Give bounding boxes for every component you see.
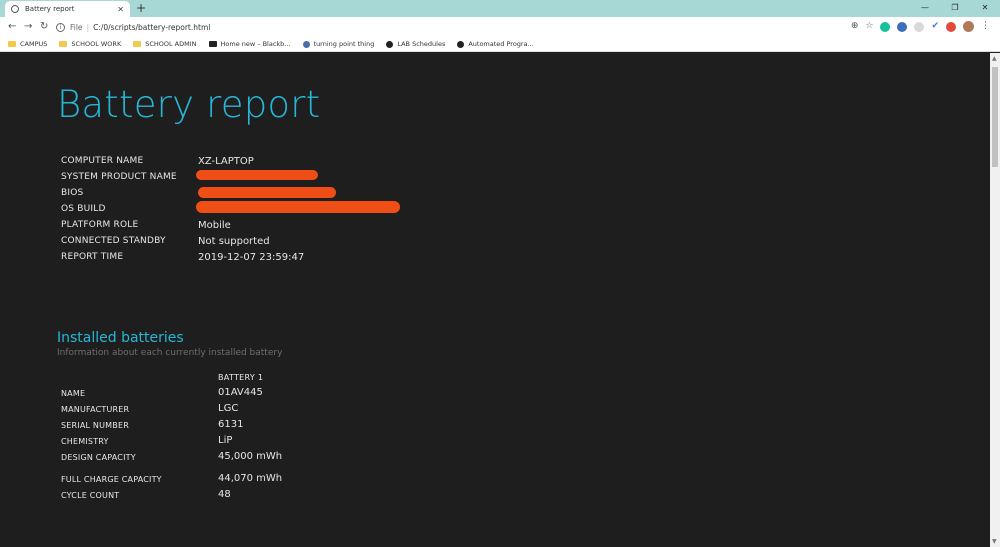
system-row: OS BUILD — [61, 204, 106, 214]
system-row: PLATFORM ROLE Mobile — [61, 220, 231, 231]
profile-avatar[interactable] — [963, 21, 974, 32]
bookmark-school-work[interactable]: SCHOOL WORK — [59, 40, 121, 48]
folder-icon — [133, 41, 142, 47]
battery-row: FULL CHARGE CAPACITY 44,070 mWh — [61, 473, 283, 484]
page-title: Battery report — [57, 83, 321, 126]
url-scheme: File — [70, 22, 83, 32]
section-subtitle: Information about each currently install… — [57, 348, 283, 358]
redaction-mark — [196, 170, 318, 180]
report-page: Battery report COMPUTER NAME XZ-LAPTOP S… — [0, 53, 990, 547]
system-row: SYSTEM PRODUCT NAME — [61, 172, 177, 182]
system-row: CONNECTED STANDBY Not supported — [61, 236, 270, 247]
extension-3-icon[interactable] — [946, 21, 956, 32]
checkmark-extension-icon[interactable]: ✔ — [931, 20, 939, 33]
grammarly-icon[interactable] — [880, 21, 891, 32]
extension-2-icon[interactable] — [914, 21, 925, 32]
battery-row: DESIGN CAPACITY 45,000 mWh — [61, 451, 283, 462]
system-row: REPORT TIME 2019-12-07 23:59:47 — [61, 252, 305, 263]
globe-icon — [11, 5, 19, 13]
menu-icon[interactable]: ⋮ — [981, 20, 990, 33]
window-controls: — ❐ ✕ — [910, 1, 1000, 15]
battery-row: CHEMISTRY LiP — [61, 435, 233, 446]
scroll-up-icon[interactable]: ▲ — [992, 55, 997, 62]
turning-point-icon — [302, 40, 310, 48]
star-icon[interactable]: ☆ — [865, 20, 873, 33]
redaction-mark — [198, 187, 336, 198]
blackboard-icon — [208, 41, 217, 47]
redaction-mark — [196, 201, 400, 213]
tab-title: Battery report — [25, 5, 75, 13]
system-row: COMPUTER NAME XZ-LAPTOP — [61, 156, 254, 167]
forward-icon[interactable]: → — [24, 20, 32, 34]
close-tab-icon[interactable]: ✕ — [117, 5, 124, 14]
url-separator: | — [86, 22, 90, 32]
bookmark-turning-point[interactable]: turning point thing — [302, 40, 374, 48]
back-icon[interactable]: ← — [8, 20, 16, 34]
automation-icon — [457, 40, 465, 48]
battery-row: SERIAL NUMBER 6131 — [61, 419, 244, 430]
scrollbar-thumb[interactable] — [992, 67, 998, 167]
folder-icon — [8, 41, 16, 47]
bookmarks-bar: CAMPUS SCHOOL WORK SCHOOL ADMIN Home new… — [0, 37, 1000, 52]
close-window-button[interactable]: ✕ — [970, 1, 1000, 15]
bookmark-blackboard[interactable]: Home new – Blackb... — [208, 40, 291, 48]
bookmark-campus[interactable]: CAMPUS — [8, 40, 47, 48]
extension-icon[interactable] — [897, 21, 908, 32]
tab-strip: Battery report ✕ + — ❐ ✕ — [0, 0, 1000, 17]
zoom-icon[interactable]: ⊕ — [851, 20, 859, 33]
browser-toolbar: ← → ↻ i File | C:/0/scripts/battery-repo… — [0, 17, 1000, 37]
battery-row: NAME 01AV445 — [61, 387, 263, 398]
lab-icon — [386, 40, 394, 48]
bookmark-automated-programs[interactable]: Automated Progra... — [457, 40, 534, 48]
url-text[interactable]: C:/0/scripts/battery-report.html — [93, 23, 210, 32]
vertical-scrollbar[interactable]: ▲ ▼ — [990, 53, 1000, 547]
folder-icon — [59, 41, 68, 47]
scroll-down-icon[interactable]: ▼ — [992, 538, 997, 545]
maximize-button[interactable]: ❐ — [940, 1, 970, 15]
bookmark-lab-schedules[interactable]: LAB Schedules — [386, 40, 445, 48]
toolbar-actions: ⊕ ☆ ✔ ⋮ — [851, 20, 990, 33]
battery-row: MANUFACTURER LGC — [61, 403, 239, 414]
minimize-button[interactable]: — — [910, 1, 940, 15]
info-icon[interactable]: i — [56, 22, 65, 32]
system-row: BIOS — [61, 188, 84, 198]
section-title-installed-batteries: Installed batteries — [57, 330, 184, 346]
bookmark-school-admin[interactable]: SCHOOL ADMIN — [133, 40, 197, 48]
battery-column-header: BATTERY 1 — [218, 373, 264, 382]
reload-icon[interactable]: ↻ — [40, 20, 48, 34]
address-bar[interactable]: i File | C:/0/scripts/battery-report.htm… — [56, 19, 876, 35]
tab-battery-report[interactable]: Battery report ✕ — [5, 1, 130, 17]
battery-row: CYCLE COUNT 48 — [61, 489, 231, 500]
new-tab-button[interactable]: + — [136, 1, 146, 15]
